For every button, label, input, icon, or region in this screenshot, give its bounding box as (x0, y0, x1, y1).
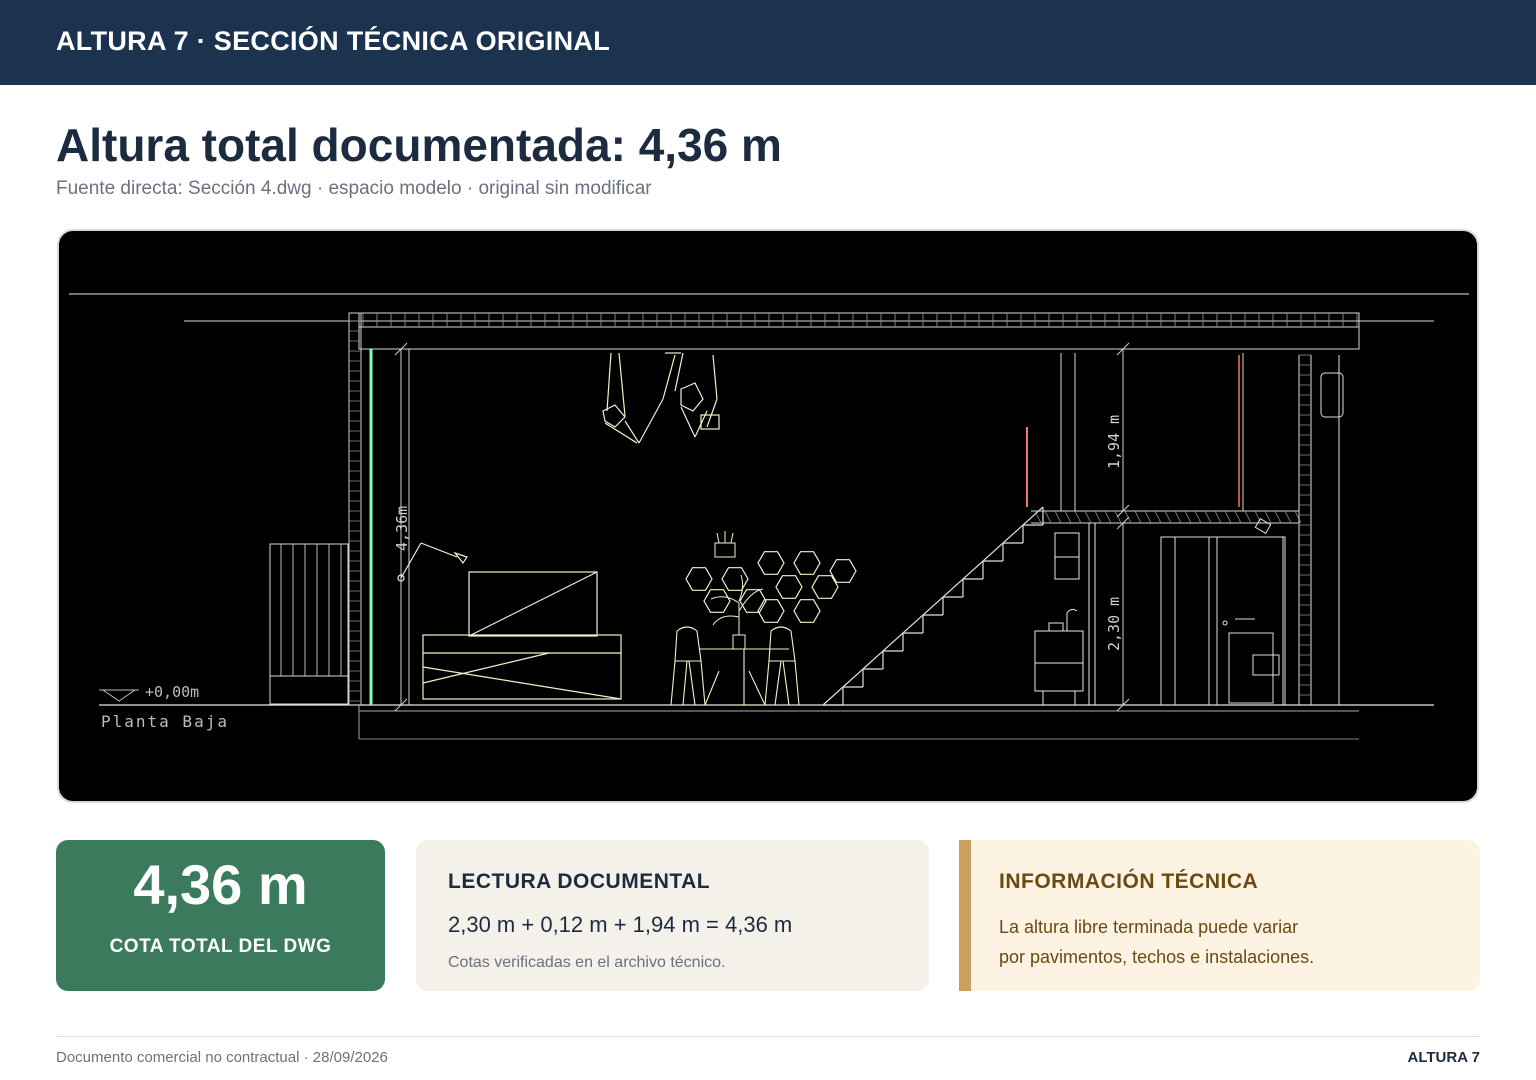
level-marker (99, 689, 139, 702)
footer-brand: ALTURA 7 (1407, 1049, 1481, 1066)
cad-section-svg: +0,00m Planta Baja 4,36m 1,94 m 2,30 m (69, 293, 1469, 740)
level-mark-text: +0,00m (145, 683, 199, 701)
roof-hatch (362, 313, 1358, 327)
hexagon-shelf (739, 589, 767, 613)
dim-lower-text: 2,30 m (1105, 597, 1123, 651)
section-drawing: +0,00m Planta Baja 4,36m 1,94 m 2,30 m (57, 229, 1479, 803)
floor-slab (99, 704, 1434, 740)
footer-disclaimer: Documento comercial no contractual · 28/… (56, 1049, 388, 1066)
pendant-lamps (602, 352, 720, 444)
total-height-label: COTA TOTAL DEL DWG (109, 936, 332, 957)
hexagon-shelf (811, 575, 839, 599)
dim-upper-text: 1,94 m (1105, 415, 1123, 469)
height-formula: 2,30 m + 0,12 m + 1,94 m = 4,36 m (448, 912, 793, 937)
level-name-text: Planta Baja (101, 712, 229, 731)
dining-set (670, 626, 800, 706)
technical-info-card: INFORMACIÓN TÉCNICA La altura libre term… (959, 840, 1480, 991)
hexagon-shelves (685, 551, 857, 623)
header-bar: ALTURA 7 · SECCIÓN TÉCNICA ORIGINAL (0, 0, 1536, 85)
mezzanine (1026, 353, 1299, 524)
exterior-gate (269, 543, 349, 705)
hexagon-shelf (793, 551, 821, 575)
technical-info-title: INFORMACIÓN TÉCNICA (999, 870, 1259, 893)
hexagon-shelf (721, 567, 749, 591)
technical-info-text: La altura libre terminada puede variar p… (999, 912, 1469, 972)
hexagon-shelf (757, 599, 785, 623)
roof-slab (184, 312, 1434, 350)
footer-divider (56, 1036, 1480, 1037)
documental-title: LECTURA DOCUMENTAL (448, 870, 711, 893)
hexagon-shelf (793, 599, 821, 623)
hexagon-shelf (703, 589, 731, 613)
technical-info-line-2: por pavimentos, techos e instalaciones. (999, 947, 1315, 967)
technical-info-line-1: La altura libre terminada puede variar (999, 917, 1299, 937)
total-height-value: 4,36 m (133, 853, 308, 916)
hexagon-shelf (757, 551, 785, 575)
total-height-card: 4,36 m COTA TOTAL DEL DWG (56, 840, 385, 991)
staircase (822, 506, 1044, 706)
dim-total-text: 4,36m (393, 506, 411, 551)
source-line: Fuente directa: Sección 4.dwg · espacio … (56, 178, 652, 199)
verification-note: Cotas verificadas en el archivo técnico. (448, 954, 726, 971)
hexagon-shelf (775, 575, 803, 599)
documental-reading-card: LECTURA DOCUMENTAL 2,30 m + 0,12 m + 1,9… (416, 840, 929, 991)
tv-unit (422, 571, 622, 700)
kitchen-unit (1034, 523, 1096, 705)
water-heater (1320, 372, 1344, 418)
page-title: Altura total documentada: 4,36 m (56, 119, 782, 171)
bathroom-area (1160, 355, 1344, 706)
hexagon-shelf (685, 567, 713, 591)
header-title: ALTURA 7 · SECCIÓN TÉCNICA ORIGINAL (56, 26, 610, 56)
